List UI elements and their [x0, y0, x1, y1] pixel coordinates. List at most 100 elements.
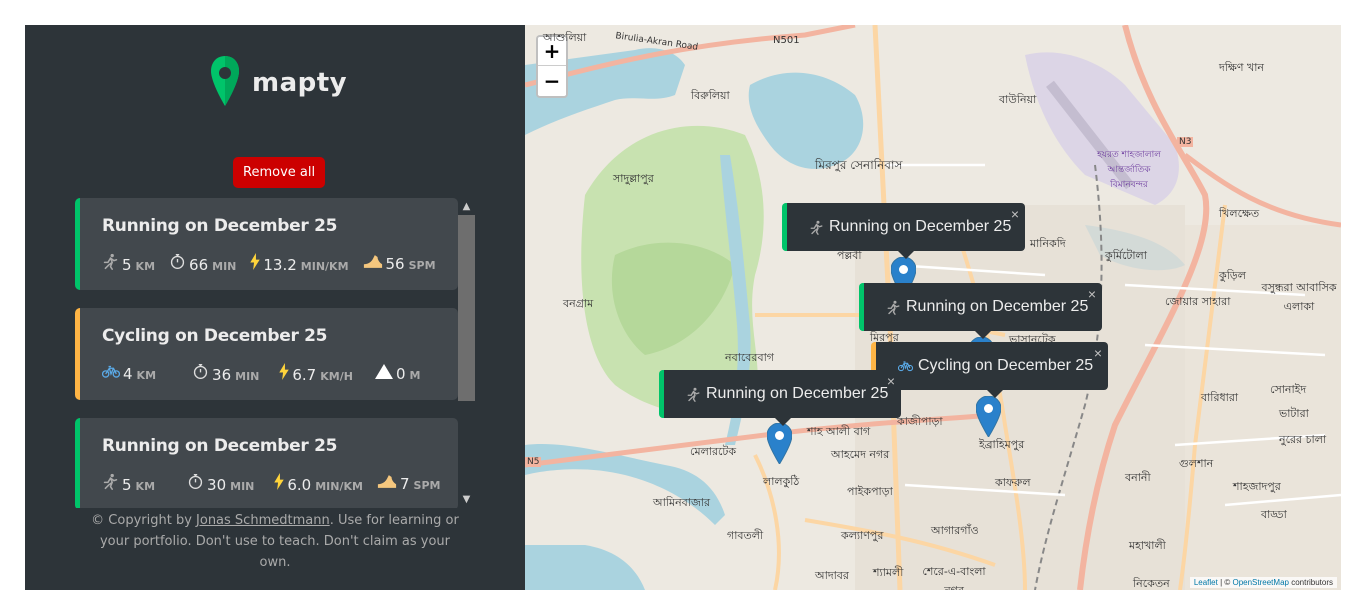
map-pin-logo-icon [210, 55, 240, 111]
map-marker-icon[interactable] [767, 423, 792, 464]
map-label: কাজীপাড়া [897, 415, 943, 428]
map-label: গুলশান [1179, 457, 1214, 470]
map-label: মেলারটেক [690, 445, 737, 458]
workout-popup-running[interactable]: Running on December 25 × [859, 283, 1102, 339]
map-label: লালকুঠি [763, 475, 800, 488]
bicycle-icon [898, 360, 913, 372]
lightning-icon [250, 253, 261, 270]
workout-cadence: 56 SPM [363, 254, 436, 273]
map-label: N3 [1177, 137, 1194, 147]
stopwatch-icon [187, 473, 204, 490]
map-label: ইব্রাহিমপুর [979, 438, 1025, 451]
scroll-up-arrow-icon[interactable]: ▲ [458, 198, 475, 215]
map-label: কাফরুল [995, 476, 1031, 489]
map-label: আদাবর [815, 569, 849, 582]
map-label: শাহ আলী বাগ [807, 425, 871, 438]
app-container: mapty Remove all Running on December 25 … [25, 25, 1341, 590]
map-label: গাবতলী [727, 529, 764, 542]
map-label: নুরের চালা [1279, 433, 1327, 446]
workouts-scrollbar[interactable]: ▲ ▼ [458, 198, 475, 508]
lightning-icon [274, 473, 285, 490]
map-label: নবাবেরবাগ [725, 351, 774, 364]
workout-cadence: 7 SPM [377, 474, 440, 493]
runner-icon [102, 253, 119, 270]
popup-tip [897, 250, 915, 259]
map-label: পাইকপাড়া [847, 485, 893, 498]
map-label: দক্ষিণ খান [1219, 61, 1264, 74]
workout-duration: 30 MIN [187, 473, 254, 494]
workout-distance: 4 KM [102, 364, 156, 383]
map-label: শেরে-এ-বাংলা নগর [922, 565, 986, 590]
stopwatch-icon [192, 363, 209, 380]
zoom-out-button[interactable]: − [538, 66, 566, 95]
workout-elevation: 0 M [374, 364, 420, 383]
footprint-icon [377, 474, 397, 489]
stopwatch-icon [169, 253, 186, 270]
workout-pace: 13.2 MIN/KM [250, 253, 349, 274]
workout-duration: 36 MIN [192, 363, 259, 384]
map-label: N5 [525, 457, 542, 467]
workout-item-running[interactable]: Running on December 25 5 KM 66 MIN 13.2 … [75, 198, 458, 290]
map-marker-icon[interactable] [976, 396, 1001, 437]
map-label: কুড়িল [1219, 269, 1246, 282]
map-label: বারিধারা [1201, 391, 1239, 404]
scrollbar-thumb[interactable] [458, 215, 475, 401]
popup-close-button[interactable]: × [1094, 345, 1102, 361]
map-attribution: Leaflet | © OpenStreetMap contributors [1189, 577, 1337, 588]
bicycle-icon [102, 364, 120, 379]
workout-speed: 6.7 KM/H [279, 363, 353, 384]
popup-tip [774, 417, 792, 426]
workout-details: 4 KM 36 MIN 6.7 KM/H 0 M [102, 363, 434, 384]
map-label: বাউনিয়া [999, 93, 1037, 106]
workout-item-cycling[interactable]: Cycling on December 25 4 KM 36 MIN 6.7 K… [75, 308, 458, 400]
workout-title: Running on December 25 [102, 436, 338, 456]
workout-distance: 5 KM [102, 253, 155, 274]
map-label: কুর্মিটোলা [1105, 249, 1147, 262]
osm-link[interactable]: OpenStreetMap [1232, 578, 1288, 587]
map-label: আশুলিয়া [543, 31, 587, 44]
map-label: মহাখালী [1129, 539, 1166, 552]
popup-text: Cycling on December 25 [918, 357, 1094, 374]
logo: mapty [210, 55, 347, 111]
logo-text: mapty [252, 68, 348, 98]
map-label: N501 [773, 35, 800, 46]
sidebar: mapty Remove all Running on December 25 … [25, 25, 525, 590]
map-label: কল্যাণপুর [841, 529, 884, 542]
runner-icon [102, 473, 119, 490]
map-label: বিরুলিয়া [691, 89, 730, 102]
remove-all-button[interactable]: Remove all [233, 157, 326, 188]
author-link[interactable]: Jonas Schmedtmann [196, 513, 330, 528]
map-label: সোনাইদ [1270, 383, 1307, 396]
footprint-icon [363, 254, 383, 269]
workout-pace: 6.0 MIN/KM [274, 473, 363, 494]
map-label: আগারগাঁও [931, 524, 979, 537]
popup-tip [974, 330, 992, 339]
runner-icon [686, 387, 701, 402]
map[interactable]: + − আশুলিয়া Birulia-Akran Road N501 বির… [525, 25, 1341, 590]
popup-close-button[interactable]: × [887, 373, 895, 389]
workout-popup-cycling[interactable]: Cycling on December 25 × [871, 342, 1108, 398]
lightning-icon [279, 363, 290, 380]
map-label: জোয়ার সাহারা [1165, 295, 1231, 308]
map-label: বনানী [1125, 471, 1151, 484]
workout-popup-running[interactable]: Running on December 25 × [782, 203, 1025, 259]
popup-text: Running on December 25 [906, 298, 1089, 315]
workout-item-running[interactable]: Running on December 25 5 KM 30 MIN 6.0 M… [75, 418, 458, 508]
leaflet-link[interactable]: Leaflet [1194, 578, 1218, 587]
scroll-down-arrow-icon[interactable]: ▼ [458, 491, 475, 508]
workout-details: 5 KM 30 MIN 6.0 MIN/KM 7 SPM [102, 473, 454, 494]
map-label: শাহজাদপুর [1233, 480, 1281, 493]
runner-icon [886, 300, 901, 315]
workout-popup-running[interactable]: Running on December 25 × [659, 370, 901, 426]
popup-text: Running on December 25 [829, 218, 1012, 235]
copyright: © Copyright by Jonas Schmedtmann. Use fo… [91, 513, 459, 570]
popup-text: Running on December 25 [706, 385, 889, 402]
workout-title: Cycling on December 25 [102, 326, 328, 346]
runner-icon [809, 220, 824, 235]
map-label: শ্যামলী [873, 566, 904, 579]
map-label: আহমেদ নগর [831, 448, 890, 461]
map-label: আমিনবাজার [653, 496, 711, 509]
map-label: মানিকদি [1030, 237, 1066, 250]
popup-close-button[interactable]: × [1088, 286, 1096, 302]
popup-close-button[interactable]: × [1011, 206, 1019, 222]
